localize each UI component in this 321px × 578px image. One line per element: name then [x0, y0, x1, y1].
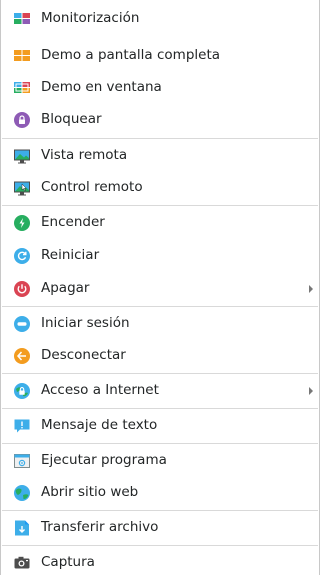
- menu-item-label: Mensaje de texto: [41, 417, 158, 433]
- menu-item-remote-control[interactable]: Control remoto: [1, 172, 319, 203]
- menu-item-screenshot[interactable]: Captura: [1, 547, 319, 578]
- power-on-icon: [13, 214, 31, 232]
- run-program-icon: [13, 452, 31, 470]
- menu-item-label: Control remoto: [41, 179, 143, 195]
- menu-item-text-message[interactable]: Mensaje de texto: [1, 410, 319, 441]
- menu-item-label: Desconectar: [41, 347, 126, 363]
- login-icon: [13, 315, 31, 333]
- menu-item-label: Apagar: [41, 280, 90, 296]
- menu-item-login[interactable]: Iniciar sesión: [1, 308, 319, 339]
- menu-separator: [2, 545, 318, 546]
- menu-item-power-off[interactable]: Apagar: [1, 273, 319, 304]
- menu-item-label: Transferir archivo: [41, 519, 159, 535]
- monitoring-grid-icon: [13, 10, 31, 28]
- submenu-arrow-icon: [309, 387, 313, 395]
- menu-item-label: Vista remota: [41, 147, 128, 163]
- remote-control-icon: [13, 179, 31, 197]
- menu-item-logout[interactable]: Desconectar: [1, 340, 319, 371]
- internet-access-icon: [13, 382, 31, 400]
- menu-item-label: Ejecutar programa: [41, 452, 167, 468]
- open-website-icon: [13, 484, 31, 502]
- menu-separator: [2, 306, 318, 307]
- menu-separator: [2, 373, 318, 374]
- context-menu: Monitorización Demo a pantalla completa …: [0, 0, 320, 575]
- menu-item-label: Demo en ventana: [41, 79, 162, 95]
- power-off-icon: [13, 280, 31, 298]
- menu-item-internet-access[interactable]: Acceso a Internet: [1, 375, 319, 406]
- menu-item-label: Abrir sitio web: [41, 484, 139, 500]
- remote-view-icon: [13, 147, 31, 165]
- logout-icon: [13, 347, 31, 365]
- menu-item-label: Acceso a Internet: [41, 382, 159, 398]
- menu-item-lock[interactable]: Bloquear: [1, 104, 319, 135]
- menu-item-power-on[interactable]: Encender: [1, 207, 319, 238]
- menu-separator: [2, 443, 318, 444]
- menu-item-file-transfer[interactable]: Transferir archivo: [1, 512, 319, 543]
- menu-item-monitoring[interactable]: Monitorización: [1, 3, 319, 34]
- menu-item-label: Bloquear: [41, 111, 102, 127]
- menu-item-label: Monitorización: [41, 10, 140, 26]
- menu-item-open-website[interactable]: Abrir sitio web: [1, 477, 319, 508]
- menu-item-label: Captura: [41, 554, 95, 570]
- menu-item-label: Encender: [41, 214, 105, 230]
- file-transfer-icon: [13, 519, 31, 537]
- fullscreen-demo-icon: [13, 47, 31, 65]
- menu-separator: [2, 205, 318, 206]
- reboot-icon: [13, 247, 31, 265]
- menu-item-fullscreen-demo[interactable]: Demo a pantalla completa: [1, 40, 319, 71]
- text-message-icon: [13, 417, 31, 435]
- menu-item-run-program[interactable]: Ejecutar programa: [1, 445, 319, 476]
- menu-separator: [2, 408, 318, 409]
- menu-separator: [2, 510, 318, 511]
- screenshot-icon: [13, 554, 31, 572]
- menu-item-remote-view[interactable]: Vista remota: [1, 140, 319, 171]
- menu-item-reboot[interactable]: Reiniciar: [1, 240, 319, 271]
- menu-item-window-demo[interactable]: Demo en ventana: [1, 72, 319, 103]
- submenu-arrow-icon: [309, 285, 313, 293]
- window-demo-icon: [13, 79, 31, 97]
- lock-icon: [13, 111, 31, 129]
- menu-separator: [2, 138, 318, 139]
- menu-item-label: Demo a pantalla completa: [41, 47, 221, 63]
- menu-item-label: Reiniciar: [41, 247, 100, 263]
- menu-item-label: Iniciar sesión: [41, 315, 130, 331]
